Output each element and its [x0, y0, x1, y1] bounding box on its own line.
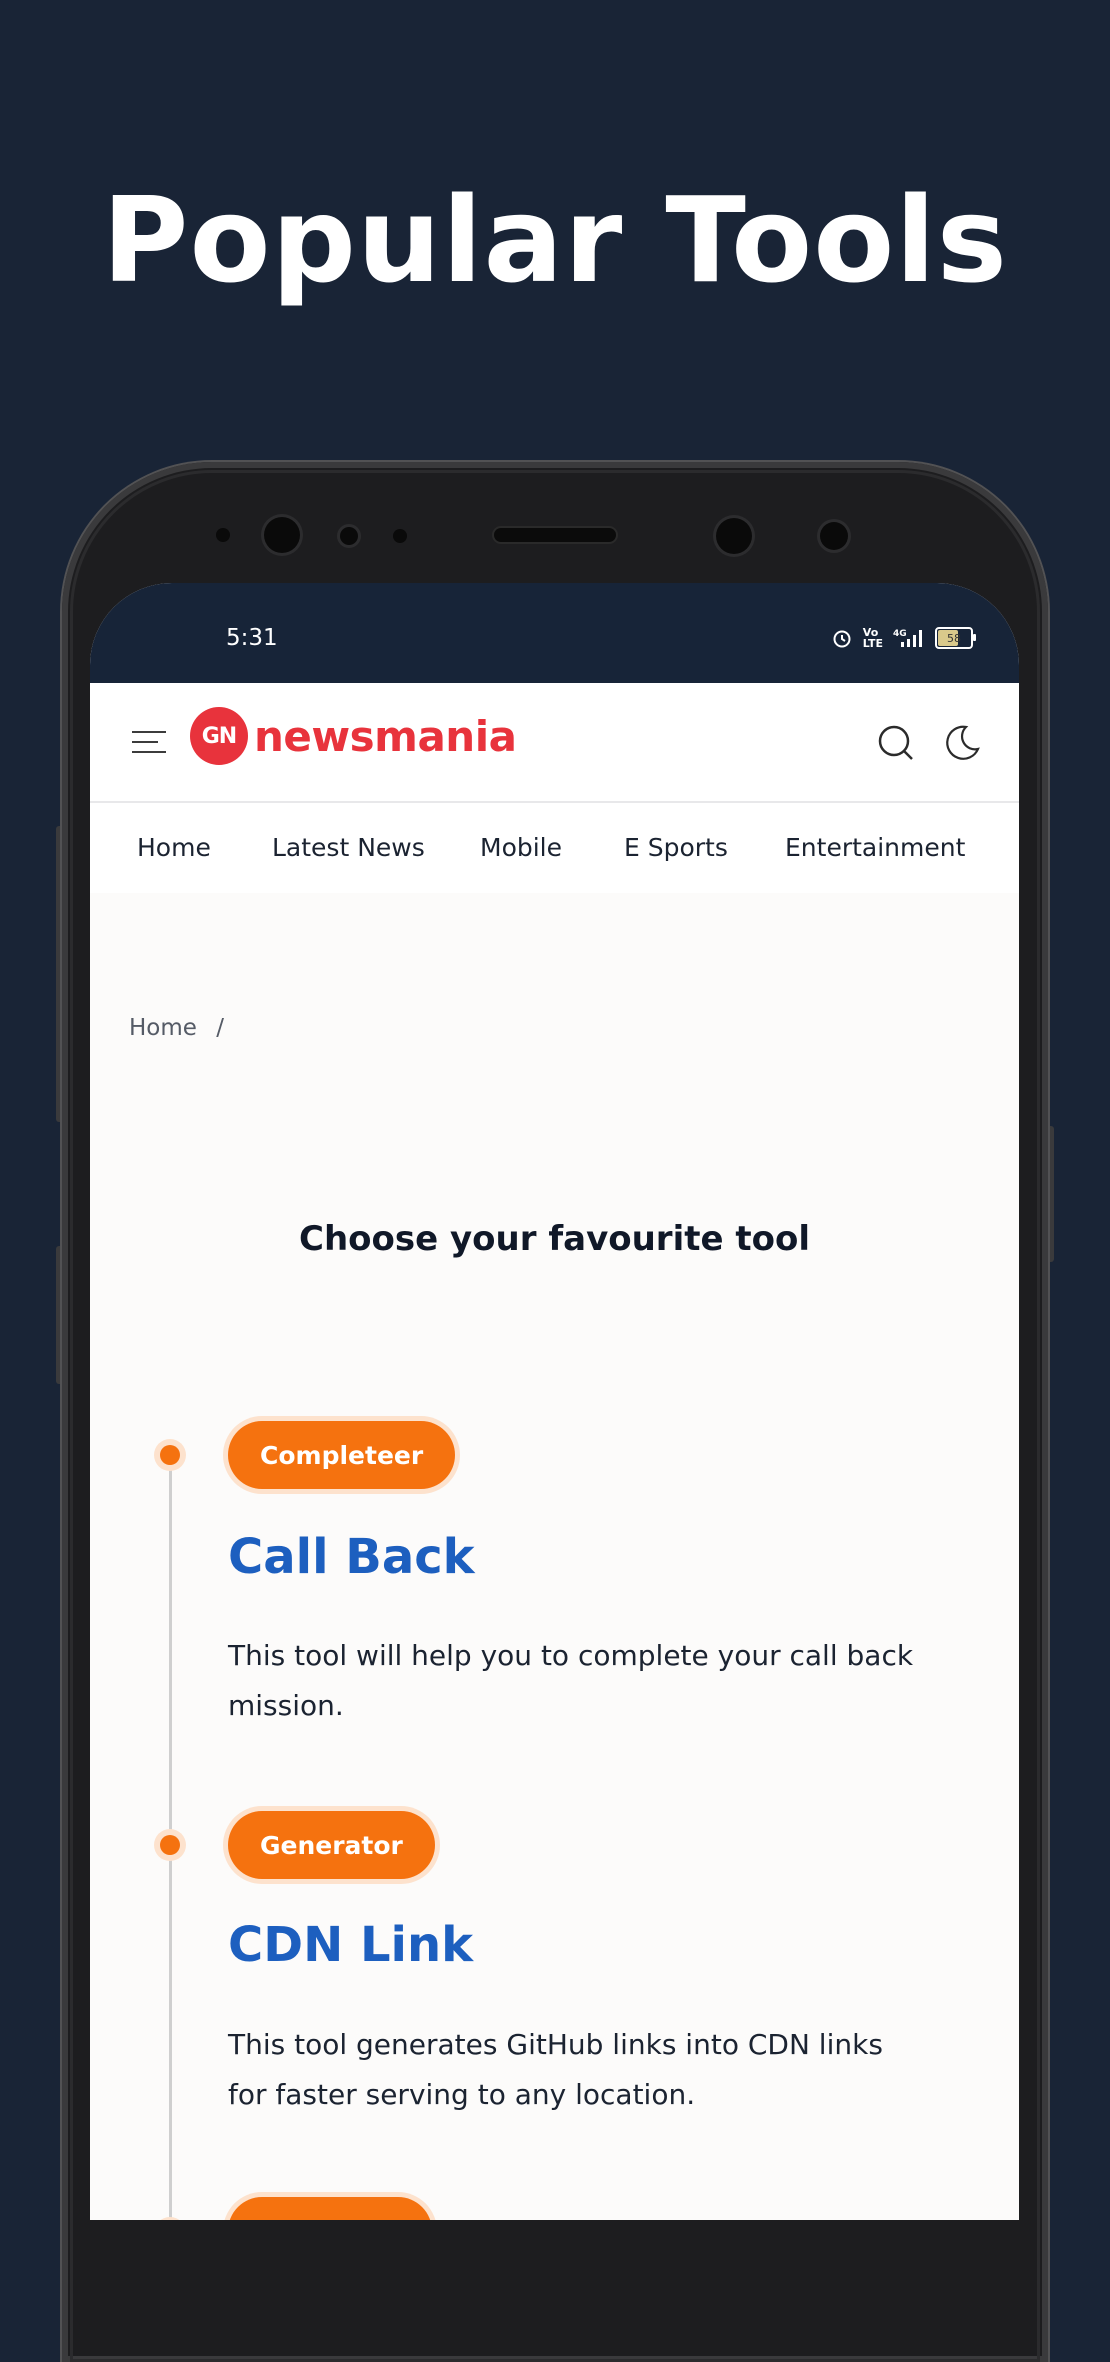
headline: Popular Tools	[101, 171, 1008, 309]
earpiece-speaker	[494, 528, 616, 542]
breadcrumb: Home /	[129, 1015, 224, 1041]
battery-icon: 58	[935, 627, 976, 649]
front-camera	[264, 517, 300, 553]
status-bar: 5:31 Vo LTE 4G 58	[90, 583, 1019, 683]
status-icons: Vo LTE 4G 58	[831, 626, 976, 650]
volte-icon: Vo LTE	[862, 626, 883, 650]
alarm-icon	[833, 630, 851, 648]
tool-title-call-back[interactable]: Call Back	[228, 1529, 475, 1585]
4g-signal-icon: 4G	[893, 629, 922, 647]
nav-item-latest-news[interactable]: Latest News	[272, 833, 425, 862]
tool-badge: Generator	[228, 1811, 435, 1879]
tool-description: This tool generates GitHub links into CD…	[228, 2028, 883, 2111]
site-header: GN newsmania	[90, 683, 1019, 803]
status-time: 5:31	[226, 625, 278, 651]
tool-title-cdn-link[interactable]: CDN Link	[228, 1917, 473, 1973]
front-camera	[716, 518, 752, 554]
timeline-dot	[160, 1835, 180, 1855]
tool-badge: Completeer	[228, 1421, 456, 1489]
sensor-dot	[820, 522, 848, 550]
sensor-dot	[393, 529, 407, 543]
moon-icon[interactable]	[942, 723, 982, 763]
logo-text: newsmania	[254, 711, 517, 761]
search-icon[interactable]	[876, 723, 916, 763]
sensor-dot	[340, 527, 358, 545]
nav-item-entertainment[interactable]: Entertainment	[785, 833, 965, 862]
tool-description: This tool will help you to complete your…	[228, 1639, 914, 1722]
breadcrumb-home[interactable]: Home	[129, 1015, 197, 1041]
phone-screen: 5:31 Vo LTE 4G 58 GN newsmania Home Late…	[90, 583, 1019, 2220]
nav-item-home[interactable]: Home	[137, 833, 211, 862]
svg-text:4G: 4G	[893, 629, 907, 639]
menu-icon[interactable]	[132, 731, 166, 755]
breadcrumb-separator: /	[216, 1015, 224, 1041]
nav-item-e-sports[interactable]: E Sports	[624, 833, 728, 862]
site-logo[interactable]: GN newsmania	[190, 707, 517, 765]
section-title: Choose your favourite tool	[299, 1219, 810, 1259]
tool-badge	[228, 2197, 432, 2220]
nav-item-mobile[interactable]: Mobile	[480, 833, 562, 862]
battery-level: 58	[947, 631, 961, 645]
timeline-dot	[160, 1445, 180, 1465]
category-nav: Home Latest News Mobile E Sports Enterta…	[90, 803, 1019, 893]
logo-mark: GN	[190, 707, 248, 765]
sensor-dot	[216, 528, 230, 542]
